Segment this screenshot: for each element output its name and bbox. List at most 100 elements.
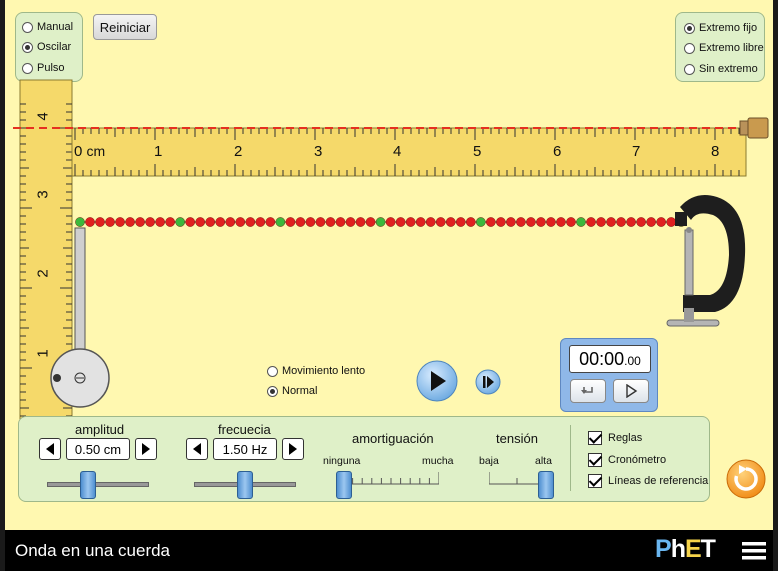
ruler-v-tick-1: 1 (34, 349, 52, 358)
string-bead (465, 217, 476, 227)
checkbox-rulers-box (588, 431, 602, 445)
string-bead (85, 217, 95, 227)
string-bead[interactable] (75, 217, 85, 227)
string-bead (215, 217, 226, 227)
ruler-h-tick-6: 6 (553, 143, 562, 160)
frequency-slider-thumb[interactable] (237, 471, 253, 499)
tension-max-label: alta (535, 455, 552, 467)
string-bead (115, 217, 125, 227)
radio-slow-motion-circle (267, 365, 278, 377)
sim-title: Onda en una cuerda (15, 541, 171, 560)
tension-slider-thumb[interactable] (538, 471, 554, 499)
stopwatch-display: 00:00.00 (569, 345, 651, 373)
radio-normal-circle (267, 385, 278, 397)
menu-icon[interactable] (742, 541, 766, 561)
string-bead (145, 217, 155, 227)
frequency-slider[interactable] (194, 470, 296, 499)
ruler-v-tick-4: 4 (34, 112, 52, 121)
radio-normal[interactable]: Normal (267, 385, 317, 397)
string-bead (275, 217, 286, 227)
amplitude-slider[interactable] (47, 470, 149, 499)
string-bead (175, 217, 185, 227)
string-bead (395, 217, 406, 227)
ruler-h-tick-5: 5 (473, 143, 482, 160)
string-bead (185, 217, 196, 227)
string-bead (666, 217, 676, 227)
panel-divider (570, 425, 571, 491)
string-bead (586, 217, 596, 227)
checkbox-reference-lines-label: Líneas de referencia (608, 475, 709, 487)
string-bead (205, 217, 216, 227)
sim-canvas: Manual Oscilar Pulso Reiniciar Extremo f… (0, 0, 778, 571)
string-bead (415, 217, 426, 227)
string-bead (135, 217, 145, 227)
amplitude-increase-button[interactable] (135, 438, 157, 460)
tension-ticks (489, 472, 545, 485)
string-bead (325, 217, 336, 227)
string-bead (165, 217, 175, 227)
radio-normal-label: Normal (282, 385, 318, 397)
reset-all-button[interactable] (725, 458, 767, 500)
string-bead (235, 217, 246, 227)
string-bead (305, 217, 316, 227)
tension-slider[interactable] (489, 470, 554, 499)
checkbox-stopwatch[interactable]: Cronómetro (588, 453, 666, 467)
string-bead (425, 217, 436, 227)
string-bead (195, 217, 206, 227)
string-bead (566, 217, 576, 227)
string-bead (95, 217, 105, 227)
frequency-value: 1.50 Hz (213, 438, 277, 460)
string-bead (265, 217, 276, 227)
horizontal-ruler[interactable] (71, 127, 747, 177)
damping-slider-thumb[interactable] (336, 471, 352, 499)
string-bead (125, 217, 135, 227)
stopwatch-reset-button[interactable] (570, 379, 606, 403)
amplitude-slider-thumb[interactable] (80, 471, 96, 499)
tension-label: tensión (496, 431, 538, 446)
phet-logo[interactable]: PhET (655, 535, 716, 564)
ruler-h-tick-1: 1 (154, 143, 163, 160)
radio-slow-motion[interactable]: Movimiento lento (267, 365, 365, 377)
arrow-left-icon (46, 443, 54, 455)
amplitude-value: 0.50 cm (66, 438, 130, 460)
ruler-h-unit: cm (86, 143, 106, 159)
string-bead (596, 217, 606, 227)
damping-ticks (343, 472, 439, 485)
amplitude-slider-track (47, 482, 149, 487)
stopwatch-play-button[interactable] (613, 379, 649, 403)
string-bead (285, 217, 296, 227)
checkbox-reference-lines[interactable]: Líneas de referencia (588, 474, 708, 488)
ruler-h-tick-8: 8 (711, 143, 720, 160)
ruler-v-tick-3: 3 (34, 190, 52, 199)
string-bead (405, 217, 416, 227)
string-bead (295, 217, 306, 227)
string-bead (656, 217, 666, 227)
string-bead (616, 217, 626, 227)
frequency-decrease-button[interactable] (186, 438, 208, 460)
checkbox-stopwatch-label: Cronómetro (608, 454, 667, 466)
string-bead (315, 217, 326, 227)
string-bead (486, 217, 496, 227)
step-button[interactable] (475, 369, 501, 395)
stopwatch[interactable]: 00:00.00 (560, 338, 658, 412)
checkbox-rulers-label: Reglas (608, 432, 643, 444)
string-bead (225, 217, 236, 227)
damping-slider[interactable] (336, 470, 439, 499)
string-bead (636, 217, 646, 227)
string-bead (445, 217, 456, 227)
string-bead (646, 217, 656, 227)
amplitude-label: amplitud (75, 422, 125, 437)
string-bead (526, 217, 536, 227)
string-beads (75, 217, 687, 227)
frequency-increase-button[interactable] (282, 438, 304, 460)
damping-max-label: mucha (422, 455, 454, 467)
frequency-label: frecuecia (218, 422, 271, 437)
navigation-bar: Onda en una cuerda PhET (5, 530, 773, 571)
string-bead (576, 217, 586, 227)
string-bead (345, 217, 356, 227)
clamp-icon (666, 194, 746, 327)
play-button[interactable] (415, 359, 459, 403)
amplitude-decrease-button[interactable] (39, 438, 61, 460)
checkbox-rulers[interactable]: Reglas (588, 431, 642, 445)
checkbox-reference-lines-box (588, 474, 602, 488)
